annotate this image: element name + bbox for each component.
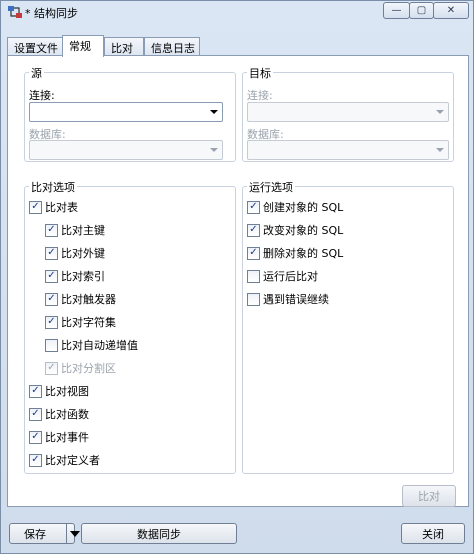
run_options-checkbox-label: 删除对象的 SQL (263, 247, 344, 260)
compare_options-checkbox-10[interactable]: ✓ 比对事件 (29, 429, 89, 445)
run_options-checkbox-3[interactable]: 运行后比对 (247, 268, 318, 284)
close-window-button[interactable]: ✕ (433, 2, 469, 19)
run-options-title: 运行选项 (247, 179, 295, 195)
checkmark-icon: ✓ (45, 292, 58, 306)
run_options-checkbox-label: 改变对象的 SQL (263, 224, 344, 237)
tab-general[interactable]: 常规 (62, 35, 104, 57)
compare_options-checkbox-label: 比对索引 (61, 270, 105, 283)
title-bar: * 结构同步 — ▢ ✕ (1, 1, 473, 23)
run_options-checkbox-label: 运行后比对 (263, 270, 318, 283)
target-group-title: 目标 (247, 65, 273, 81)
chevron-down-icon (210, 148, 218, 152)
target-connection-select[interactable] (247, 102, 449, 122)
checkmark-icon: ✓ (45, 361, 58, 375)
maximize-icon: ▢ (416, 5, 427, 16)
compare_options-checkbox-label: 比对主键 (61, 224, 105, 237)
source-group: 源 连接: 数据库: (24, 65, 236, 162)
target-connection-label: 连接: (247, 89, 273, 102)
close-icon: ✕ (446, 5, 456, 16)
checkmark-icon: ✓ (45, 223, 58, 237)
compare_options-checkbox-11[interactable]: ✓ 比对定义者 (29, 452, 100, 468)
chevron-down-icon (210, 110, 218, 114)
checkmark-icon: ✓ (45, 315, 58, 329)
run_options-checkbox-4[interactable]: 遇到错误继续 (247, 291, 329, 307)
source-database-select[interactable] (29, 140, 223, 160)
checkmark-icon: ✓ (29, 430, 42, 444)
minimize-icon: — (391, 5, 402, 16)
data-sync-button[interactable]: 数据同步 (81, 523, 237, 544)
checkmark-icon: ✓ (247, 200, 260, 214)
run_options-checkbox-1[interactable]: ✓ 改变对象的 SQL (247, 222, 343, 238)
source-group-title: 源 (29, 65, 44, 81)
compare_options-checkbox-label: 比对分割区 (61, 362, 116, 375)
compare_options-checkbox-3[interactable]: ✓ 比对索引 (45, 268, 105, 284)
compare_options-checkbox-1[interactable]: ✓ 比对主键 (45, 222, 105, 238)
compare_options-checkbox-label: 比对字符集 (61, 316, 116, 329)
save-split-button[interactable]: 保存 (9, 523, 80, 544)
compare_options-checkbox-label: 比对触发器 (61, 293, 116, 306)
chevron-down-icon (436, 110, 444, 114)
compare_options-checkbox-9[interactable]: ✓ 比对函数 (29, 406, 89, 422)
run_options-checkbox-0[interactable]: ✓ 创建对象的 SQL (247, 199, 343, 215)
run_options-checkbox-label: 遇到错误继续 (263, 293, 329, 306)
source-connection-select[interactable] (29, 102, 223, 122)
compare_options-checkbox-6[interactable]: 比对自动递增值 (45, 337, 138, 353)
target-database-select[interactable] (247, 140, 449, 160)
empty-checkbox-icon (247, 292, 260, 306)
compare_options-checkbox-label: 比对自动递增值 (61, 339, 138, 352)
compare_options-checkbox-4[interactable]: ✓ 比对触发器 (45, 291, 116, 307)
compare_options-checkbox-label: 比对事件 (45, 431, 89, 444)
compare_options-checkbox-5[interactable]: ✓ 比对字符集 (45, 314, 116, 330)
compare-options-title: 比对选项 (29, 179, 77, 195)
compare_options-checkbox-label: 比对定义者 (45, 454, 100, 467)
compare_options-checkbox-0[interactable]: ✓ 比对表 (29, 199, 78, 215)
chevron-down-icon (436, 148, 444, 152)
checkmark-icon: ✓ (29, 407, 42, 421)
empty-checkbox-icon (45, 338, 58, 352)
checkmark-icon: ✓ (247, 223, 260, 237)
compare_options-checkbox-8[interactable]: ✓ 比对视图 (29, 383, 89, 399)
checkmark-icon: ✓ (45, 246, 58, 260)
run-options-group: 运行选项 ✓ 创建对象的 SQL ✓ 改变对象的 SQL ✓ 删除对象的 SQL 运行后比对… (242, 179, 454, 474)
compare_options-checkbox-label: 比对函数 (45, 408, 89, 421)
compare_options-checkbox-label: 比对视图 (45, 385, 89, 398)
compare_options-checkbox-2[interactable]: ✓ 比对外键 (45, 245, 105, 261)
compare-options-group: 比对选项 ✓ 比对表 ✓ 比对主键 ✓ 比对外键 ✓ 比对索引 ✓ 比对触发器 ✓ 比对字符集 比对自动… (24, 179, 236, 474)
structure-sync-app-icon (8, 6, 22, 18)
checkmark-icon: ✓ (29, 384, 42, 398)
compare_options-checkbox-7: ✓ 比对分割区 (45, 360, 116, 376)
run_options-checkbox-2[interactable]: ✓ 删除对象的 SQL (247, 245, 343, 261)
window-title: * 结构同步 (25, 7, 78, 20)
tab-info-log[interactable]: 信息日志 (144, 37, 200, 56)
run_options-checkbox-label: 创建对象的 SQL (263, 201, 344, 214)
checkmark-icon: ✓ (45, 269, 58, 283)
general-tab-panel: 源 连接: 数据库: 目标 连接: 数据库: 比对选项 ✓ 比对表 ✓ 比对主键… (7, 55, 469, 507)
tab-settings-file[interactable]: 设置文件 (7, 37, 63, 56)
compare_options-checkbox-label: 比对表 (45, 201, 78, 214)
chevron-down-icon (69, 531, 80, 537)
tab-compare[interactable]: 比对 (104, 37, 144, 56)
minimize-button[interactable]: — (383, 2, 410, 19)
compare-button[interactable]: 比对 (402, 485, 456, 507)
empty-checkbox-icon (247, 269, 260, 283)
source-connection-label: 连接: (29, 89, 55, 102)
target-group: 目标 连接: 数据库: (242, 65, 454, 162)
checkmark-icon: ✓ (29, 200, 42, 214)
save-button-label: 保存 (24, 527, 46, 541)
checkmark-icon: ✓ (247, 246, 260, 260)
structure-sync-window: * 结构同步 — ▢ ✕ 设置文件 常规 比对 信息日志 源 连接: 数据库: (0, 0, 474, 554)
compare_options-checkbox-label: 比对外键 (61, 247, 105, 260)
save-dropdown-toggle[interactable] (66, 524, 82, 544)
checkmark-icon: ✓ (29, 453, 42, 467)
maximize-button[interactable]: ▢ (409, 2, 434, 19)
close-button[interactable]: 关闭 (401, 523, 465, 544)
